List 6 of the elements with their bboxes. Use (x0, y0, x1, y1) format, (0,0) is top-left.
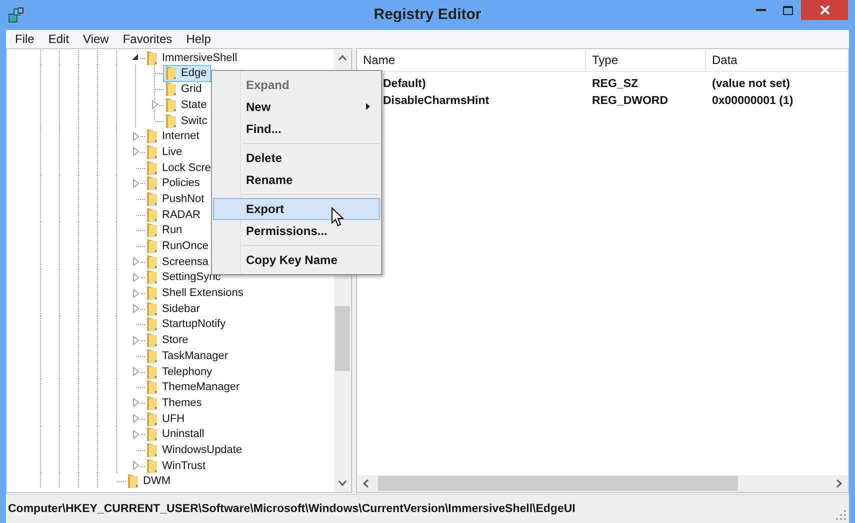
key-path: Computer\HKEY_CURRENT_USER\Software\Microsoft\Windows\CurrentVersion\ImmersiveShell\EdgeUI (8, 503, 576, 516)
value-type: REG_SZ (591, 78, 640, 90)
value-data: 0x00000001 (1) (711, 95, 794, 108)
window-title: Registry Editor (374, 6, 482, 24)
value-type: REG_DWORD (591, 95, 670, 108)
value-data: (value not set) (711, 78, 791, 90)
